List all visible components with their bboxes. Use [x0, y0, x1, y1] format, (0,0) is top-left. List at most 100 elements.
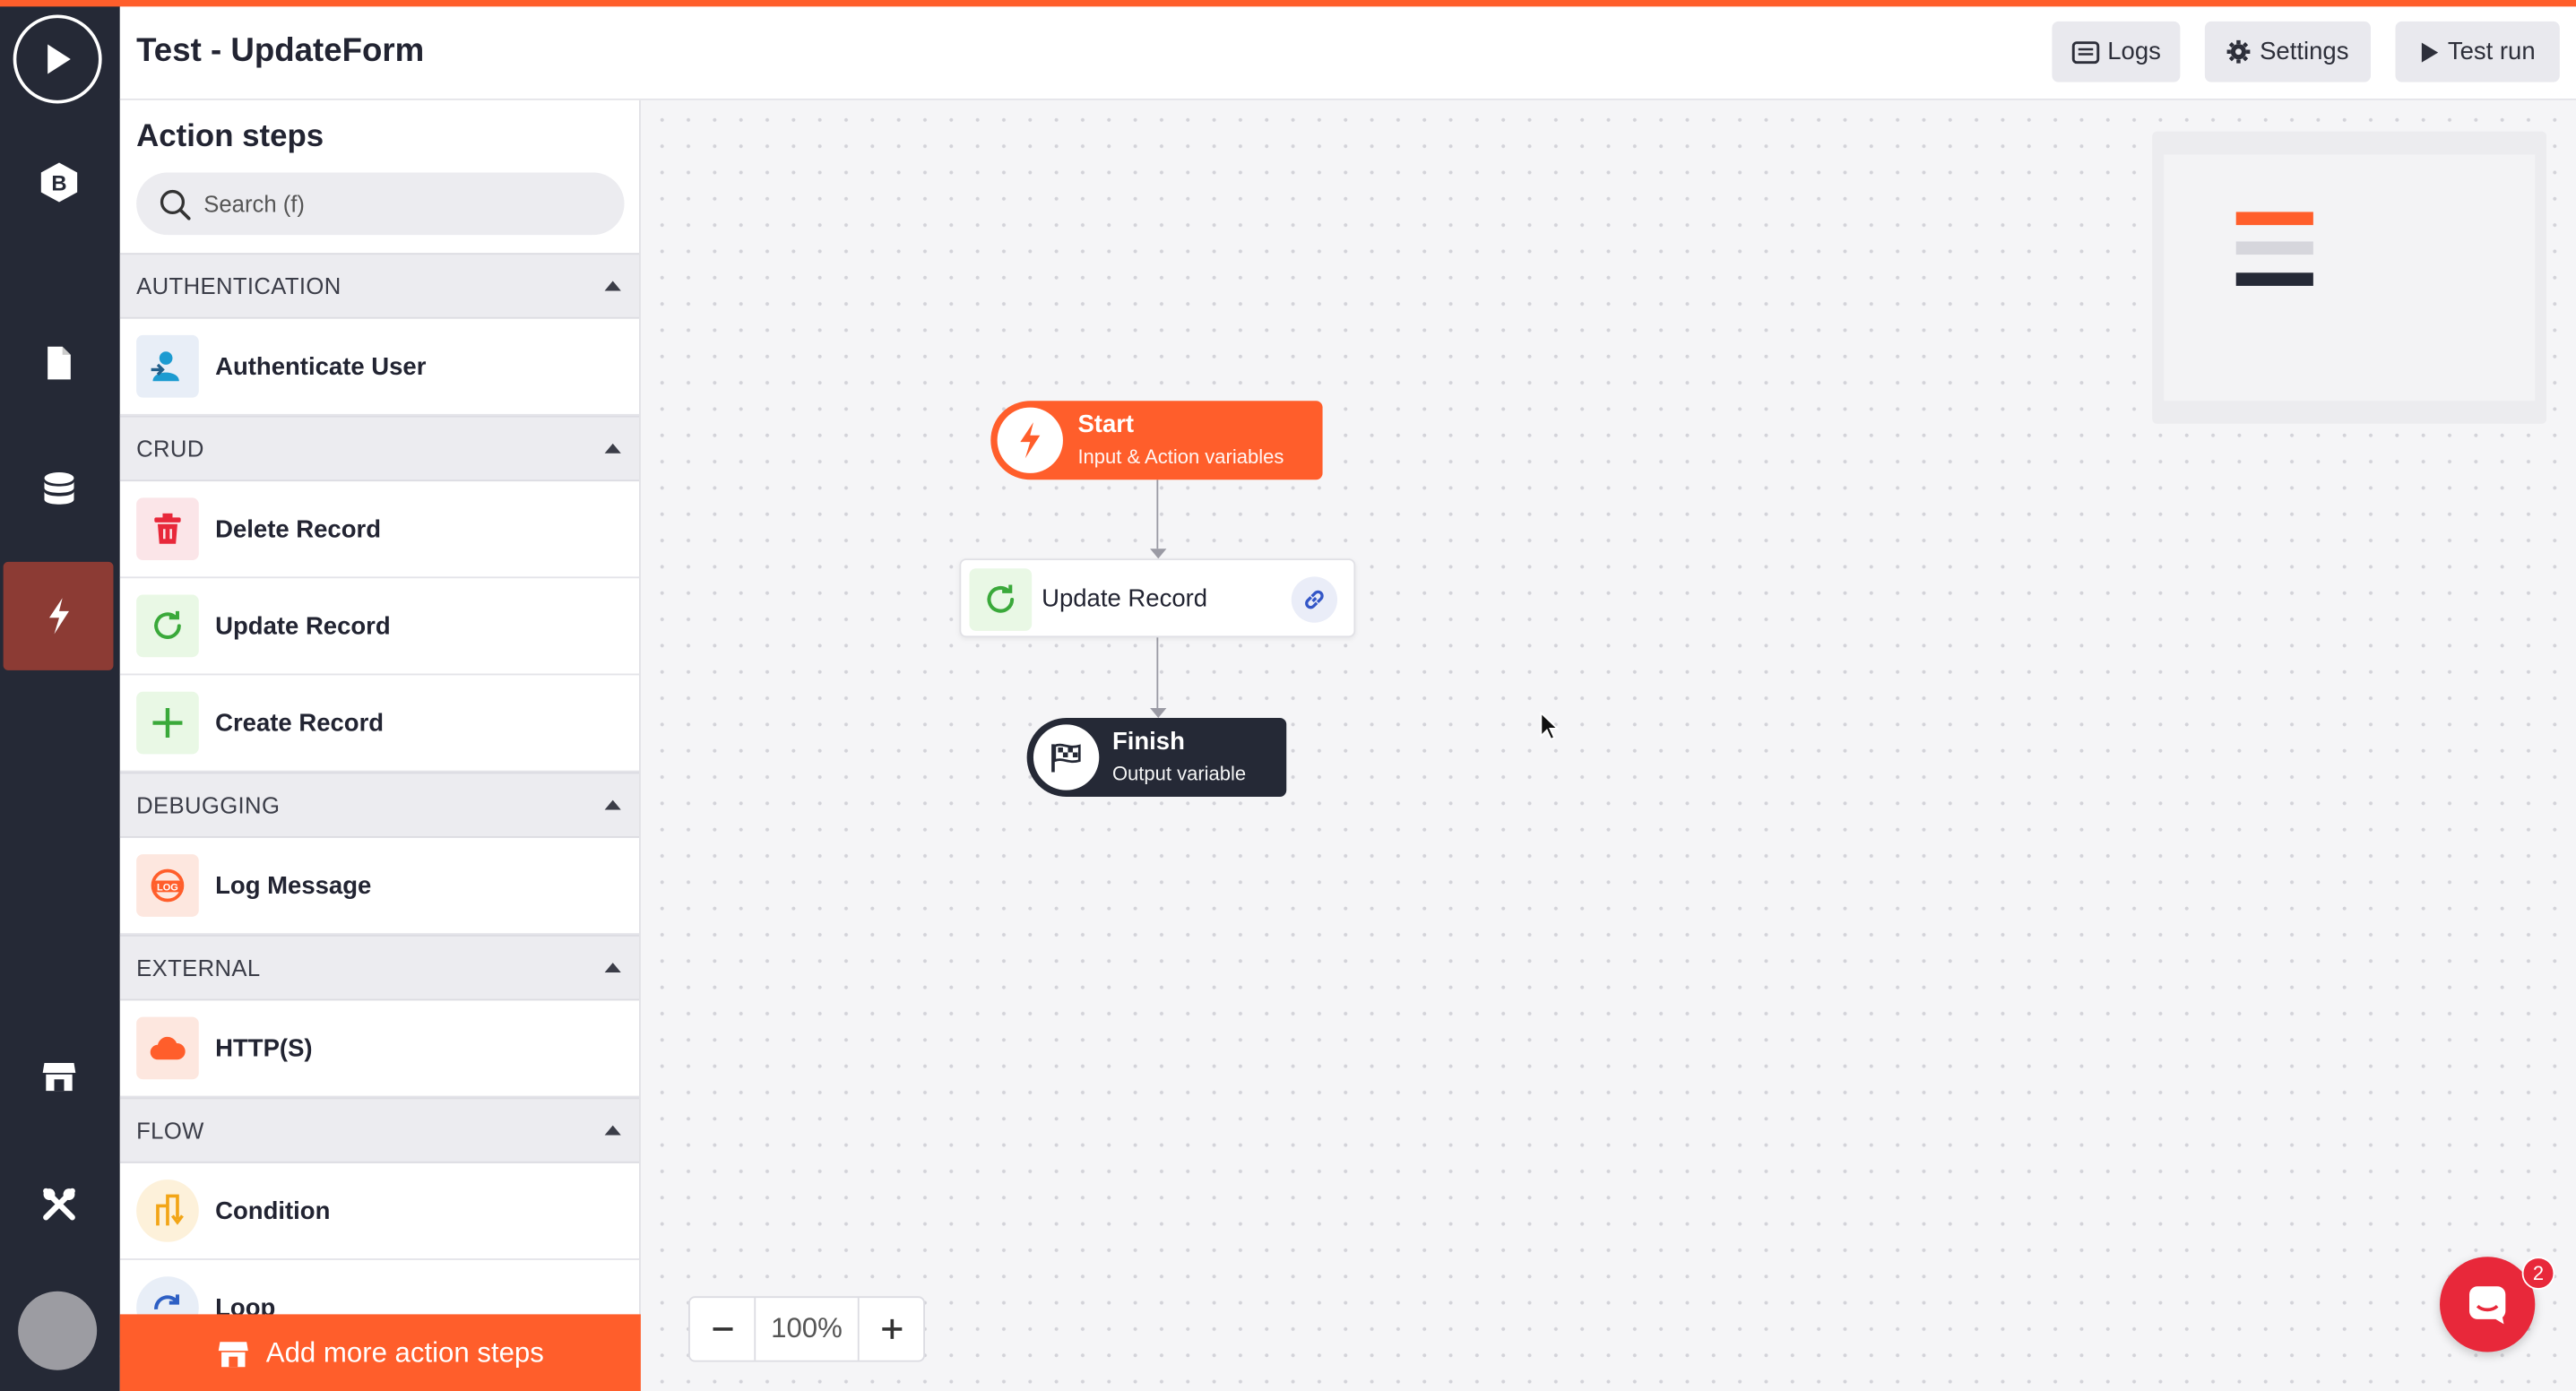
page-title: Test - UpdateForm	[136, 32, 425, 69]
add-more-action-steps-button[interactable]: Add more action steps	[119, 1314, 641, 1391]
action-item-condition[interactable]: Condition	[119, 1163, 640, 1260]
rail-item-brand[interactable]: B	[4, 128, 114, 237]
test-run-button[interactable]: Test run	[2395, 21, 2560, 82]
rail-item-data[interactable]	[4, 436, 114, 544]
database-icon	[43, 471, 73, 505]
action-item-http[interactable]: HTTP(S)	[119, 1000, 640, 1098]
log-icon: LOG	[136, 854, 199, 917]
svg-text:B: B	[50, 172, 65, 196]
category-authentication[interactable]: AUTHENTICATION	[119, 253, 640, 319]
category-label: EXTERNAL	[136, 954, 261, 981]
plus-icon	[136, 691, 199, 755]
action-item-log-message[interactable]: LOG Log Message	[119, 838, 640, 935]
action-item-authenticate-user[interactable]: Authenticate User	[119, 319, 640, 416]
chat-launcher-button[interactable]	[2440, 1257, 2536, 1352]
connector-arrow	[1150, 549, 1167, 559]
zoom-in-button[interactable]	[860, 1298, 923, 1361]
chevron-up-icon	[604, 443, 621, 454]
tools-icon	[42, 1188, 74, 1221]
header-bar: Test - UpdateForm Logs Settings Test run	[119, 6, 2576, 100]
action-item-label: Create Record	[215, 708, 385, 738]
rail-item-actions[interactable]	[3, 561, 114, 670]
action-item-label: HTTP(S)	[215, 1033, 313, 1063]
logs-icon	[2071, 40, 2099, 64]
trash-icon	[136, 497, 199, 561]
finish-node-subtitle: Output variable	[1111, 762, 1247, 786]
connector-line	[1156, 637, 1159, 709]
sidebar-title: Action steps	[136, 119, 324, 155]
condition-icon	[136, 1179, 199, 1242]
category-external[interactable]: EXTERNAL	[119, 934, 640, 1001]
minimap-finish-node	[2235, 272, 2313, 286]
settings-label: Settings	[2260, 38, 2349, 66]
play-logo-button[interactable]	[13, 14, 102, 104]
user-icon	[136, 334, 199, 398]
minus-icon	[712, 1327, 732, 1331]
minimap-viewport	[2164, 154, 2536, 402]
search-icon	[160, 188, 191, 220]
action-item-label: Update Record	[215, 611, 391, 640]
category-flow[interactable]: FLOW	[119, 1097, 640, 1163]
app-window: B Test - UpdateForm Logs Settings Test r…	[0, 0, 2576, 1391]
chevron-up-icon	[604, 281, 621, 291]
zoom-out-button[interactable]	[690, 1298, 754, 1361]
action-item-create-record[interactable]: Create Record	[119, 675, 640, 773]
minimap-start-node	[2235, 212, 2313, 226]
svg-text:LOG: LOG	[157, 882, 178, 893]
play-icon	[48, 44, 71, 74]
action-item-label: Log Message	[215, 871, 372, 900]
brand-b-icon: B	[39, 162, 77, 203]
minimap-update-node	[2235, 241, 2313, 255]
checkered-flag-icon	[1033, 724, 1100, 791]
settings-button[interactable]: Settings	[2204, 21, 2372, 82]
category-label: FLOW	[136, 1117, 204, 1144]
chevron-up-icon	[604, 963, 621, 973]
action-steps-list: AUTHENTICATION Authenticate User CRUD De…	[119, 253, 640, 1358]
update-record-node[interactable]: Update Record	[959, 558, 1356, 638]
minimap[interactable]	[2152, 131, 2547, 424]
action-item-delete-record[interactable]: Delete Record	[119, 481, 640, 579]
rail-item-store[interactable]	[4, 1022, 114, 1130]
update-record-node-label: Update Record	[1042, 584, 1208, 613]
plus-icon	[881, 1318, 902, 1339]
logs-button[interactable]: Logs	[2052, 21, 2181, 82]
lightning-icon	[48, 598, 69, 635]
flow-canvas[interactable]: Start Input & Action variables Update Re…	[642, 99, 2576, 1391]
finish-node-title: Finish	[1111, 728, 1185, 756]
refresh-icon	[136, 594, 199, 658]
left-rail: B	[0, 0, 120, 1391]
connector-line	[1156, 480, 1159, 549]
rail-item-pages[interactable]	[4, 309, 114, 418]
cloud-icon	[136, 1016, 199, 1080]
start-node-subtitle: Input & Action variables	[1077, 445, 1284, 469]
rail-item-tools[interactable]	[4, 1150, 114, 1258]
action-item-label: Condition	[215, 1197, 331, 1225]
avatar[interactable]	[18, 1291, 98, 1370]
action-item-label: Authenticate User	[215, 352, 427, 381]
logs-label: Logs	[2107, 38, 2161, 66]
test-run-label: Test run	[2447, 38, 2536, 66]
search-input[interactable]	[203, 190, 582, 217]
page-icon	[47, 346, 70, 380]
action-item-label: Delete Record	[215, 514, 382, 543]
category-label: AUTHENTICATION	[136, 272, 341, 299]
category-crud[interactable]: CRUD	[119, 415, 640, 482]
start-node[interactable]: Start Input & Action variables	[990, 401, 1323, 480]
chat-notification-badge: 2	[2521, 1257, 2555, 1290]
chevron-up-icon	[604, 1125, 621, 1136]
category-debugging[interactable]: DEBUGGING	[119, 772, 640, 838]
store-icon	[218, 1341, 248, 1367]
top-accent-bar	[0, 0, 2576, 7]
search-box[interactable]	[136, 172, 625, 236]
play-icon	[2421, 41, 2438, 62]
gear-icon	[2227, 39, 2252, 64]
category-label: CRUD	[136, 435, 204, 462]
finish-node[interactable]: Finish Output variable	[1026, 718, 1287, 798]
zoom-controls: 100%	[688, 1296, 925, 1362]
category-label: DEBUGGING	[136, 791, 281, 818]
zoom-level: 100%	[754, 1298, 860, 1361]
lightning-icon	[997, 407, 1063, 473]
link-icon[interactable]	[1291, 576, 1338, 623]
refresh-icon	[969, 568, 1033, 631]
action-item-update-record[interactable]: Update Record	[119, 578, 640, 676]
